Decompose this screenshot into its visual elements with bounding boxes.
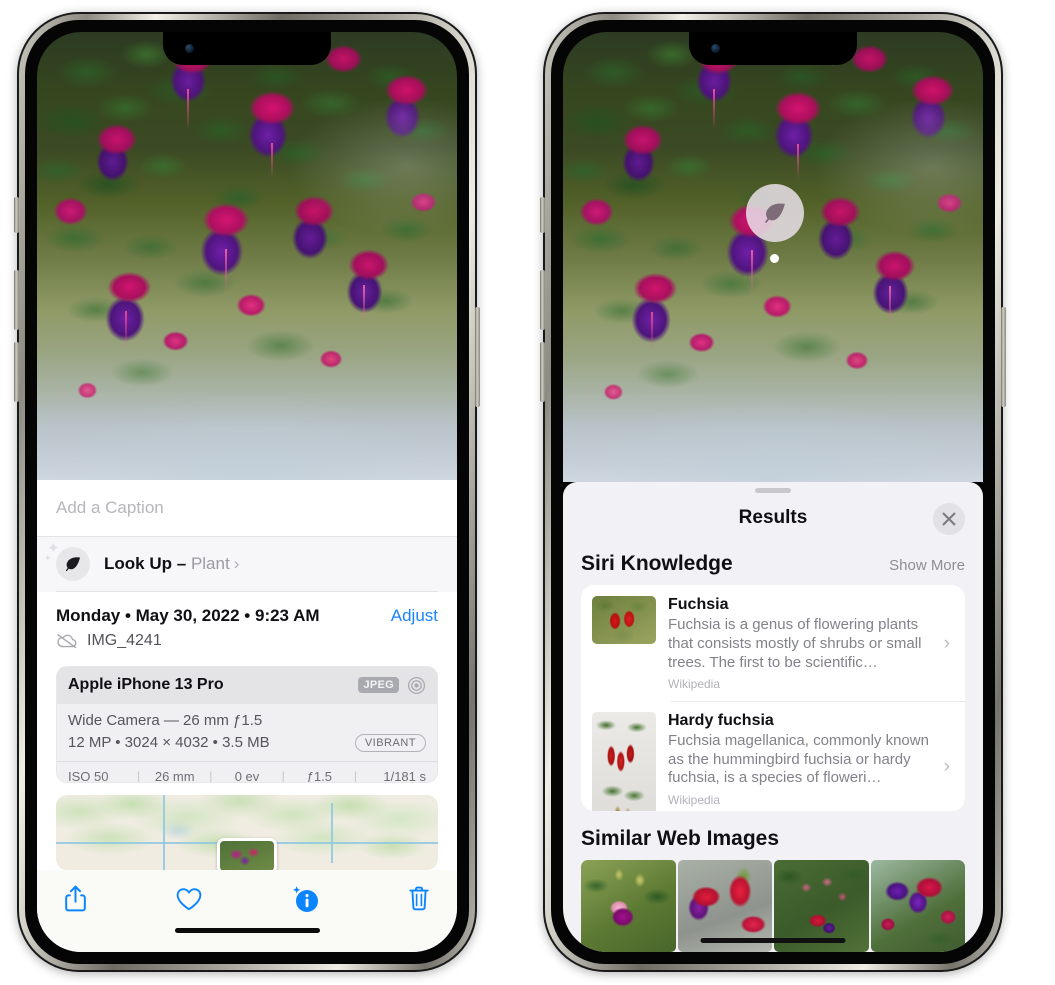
volume-up-button[interactable] — [14, 270, 19, 330]
date-row: Monday • May 30, 2022 • 9:23 AM Adjust — [56, 606, 438, 626]
left-phone-screen: Add a Caption ✦ ✦ Look Up – Plant › Mond… — [37, 32, 457, 952]
exif-iso: ISO 50 — [68, 768, 109, 784]
knowledge-description: Fuchsia magellanica, commonly known as t… — [668, 732, 929, 787]
adjust-button[interactable]: Adjust — [391, 606, 438, 626]
look-up-label-group: Look Up – Plant › — [104, 554, 239, 574]
camera-info-card[interactable]: Apple iPhone 13 Pro JPEG Wide Camera — 2… — [56, 665, 438, 784]
knowledge-row[interactable]: Hardy fuchsia Fuchsia magellanica, commo… — [581, 701, 965, 811]
aperture-icon — [407, 676, 426, 695]
home-indicator[interactable] — [174, 927, 320, 933]
caption-field-row[interactable]: Add a Caption — [37, 480, 457, 537]
photo-info-sheet: Add a Caption ✦ ✦ Look Up – Plant › Mond… — [37, 480, 457, 952]
leaf-icon: ✦ ✦ — [44, 541, 90, 582]
camera-card-body: Wide Camera — 26 mm ƒ1.5 12 MP • 3024 × … — [57, 704, 437, 761]
leaf-icon — [765, 203, 785, 223]
exif-focal-length: 26 mm — [154, 768, 195, 784]
look-up-row[interactable]: ✦ ✦ Look Up – Plant › — [37, 536, 457, 592]
caption-input[interactable]: Add a Caption — [56, 498, 164, 518]
map-pin-thumbnail — [220, 840, 274, 870]
camera-device-name: Apple iPhone 13 Pro — [68, 676, 224, 694]
photo-viewer[interactable] — [37, 32, 457, 480]
screenshot-root: Add a Caption ✦ ✦ Look Up – Plant › Mond… — [0, 0, 1055, 985]
ring-silent-switch-right[interactable] — [540, 197, 545, 233]
home-indicator-right[interactable] — [700, 938, 846, 943]
photographic-style-badge: VIBRANT — [354, 733, 426, 752]
photo-filename: IMG_4241 — [87, 631, 162, 649]
camera-card-header: Apple iPhone 13 Pro JPEG — [57, 666, 437, 704]
photo-background-haze — [37, 32, 457, 480]
favorite-button[interactable] — [175, 886, 203, 912]
icloud-slash-icon — [56, 633, 78, 649]
siri-knowledge-header: Siri Knowledge Show More — [563, 536, 983, 585]
front-camera-icon-right — [711, 44, 720, 53]
info-button[interactable] — [290, 884, 320, 914]
map-river-3 — [331, 802, 334, 863]
visual-look-up-anchor-dot — [770, 254, 779, 263]
right-phone-screen: Results Siri Knowledge Show More Fuchsia… — [563, 32, 983, 952]
side-power-button-right[interactable] — [1001, 307, 1006, 407]
right-phone-device: Results Siri Knowledge Show More Fuchsia… — [540, 12, 1006, 972]
camera-specs-row: 12 MP • 3024 × 4032 • 3.5 MB VIBRANT — [68, 733, 426, 752]
volume-down-button-right[interactable] — [540, 342, 545, 402]
map-photo-pin[interactable] — [217, 837, 277, 870]
knowledge-text: Fuchsia Fuchsia is a genus of flowering … — [668, 596, 944, 691]
share-button[interactable] — [63, 884, 88, 913]
exif-shutter-speed: 1/181 s — [383, 768, 427, 784]
siri-knowledge-card: Fuchsia Fuchsia is a genus of flowering … — [581, 585, 965, 811]
results-title: Results — [738, 507, 808, 529]
similar-web-images-title: Similar Web Images — [581, 827, 780, 850]
format-badge: JPEG — [358, 677, 399, 694]
notch-right — [689, 32, 857, 65]
knowledge-thumbnail — [592, 712, 656, 811]
exif-aperture: ƒ1.5 — [306, 768, 332, 784]
home-indicator-area — [37, 927, 457, 952]
location-map-card[interactable] — [56, 795, 438, 870]
ring-silent-switch[interactable] — [14, 197, 19, 233]
look-up-label: Look Up — [104, 554, 172, 574]
chevron-right-icon: › — [233, 554, 240, 574]
photo-metadata-block: Monday • May 30, 2022 • 9:23 AM Adjust I… — [37, 591, 457, 654]
chevron-right-icon: › — [943, 756, 950, 778]
look-up-dash-glyph: – — [176, 554, 187, 574]
front-camera-icon — [185, 44, 194, 53]
photo-date: Monday • May 30, 2022 • 9:23 AM — [56, 605, 320, 625]
close-button[interactable] — [933, 502, 965, 535]
knowledge-text: Hardy fuchsia Fuchsia magellanica, commo… — [668, 712, 944, 811]
web-image-1[interactable] — [581, 860, 676, 952]
visual-look-up-badge[interactable] — [746, 184, 804, 242]
web-image-4[interactable] — [870, 860, 965, 952]
knowledge-description: Fuchsia is a genus of flowering plants t… — [668, 616, 922, 671]
similar-web-images-header: Similar Web Images — [563, 811, 983, 858]
volume-up-button-right[interactable] — [540, 270, 545, 330]
close-icon — [942, 512, 956, 526]
sparkle-small-icon: ✦ — [44, 553, 52, 564]
exif-row: ISO 50 | 26 mm | 0 ev | ƒ1.5 | 1/181 s — [57, 760, 437, 784]
results-sheet: Results Siri Knowledge Show More Fuchsia… — [563, 482, 983, 952]
siri-knowledge-title: Siri Knowledge — [581, 552, 733, 576]
knowledge-title: Hardy fuchsia — [668, 712, 774, 730]
volume-down-button[interactable] — [14, 342, 19, 402]
sheet-grabber[interactable] — [755, 488, 791, 493]
show-more-button[interactable]: Show More — [889, 557, 965, 574]
knowledge-title: Fuchsia — [668, 596, 729, 614]
results-header: Results — [563, 500, 983, 537]
side-power-button[interactable] — [475, 307, 480, 407]
knowledge-source: Wikipedia — [668, 793, 721, 807]
map-river-1 — [162, 795, 165, 870]
notch — [163, 32, 331, 65]
exif-exposure-bias: 0 ev — [234, 768, 260, 784]
camera-specs: 12 MP • 3024 × 4032 • 3.5 MB — [68, 734, 270, 752]
look-up-subject: Plant — [190, 554, 230, 574]
knowledge-source: Wikipedia — [668, 677, 721, 692]
knowledge-thumbnail — [592, 596, 656, 645]
sheet-grabber-area[interactable] — [563, 482, 983, 500]
camera-lens-info: Wide Camera — 26 mm ƒ1.5 — [68, 711, 263, 729]
knowledge-row[interactable]: Fuchsia Fuchsia is a genus of flowering … — [581, 585, 965, 701]
chevron-right-icon: › — [943, 632, 950, 654]
delete-button[interactable] — [407, 885, 431, 913]
filename-row: IMG_4241 — [56, 632, 438, 650]
photo-toolbar — [37, 869, 457, 928]
left-phone-device: Add a Caption ✦ ✦ Look Up – Plant › Mond… — [14, 12, 480, 972]
